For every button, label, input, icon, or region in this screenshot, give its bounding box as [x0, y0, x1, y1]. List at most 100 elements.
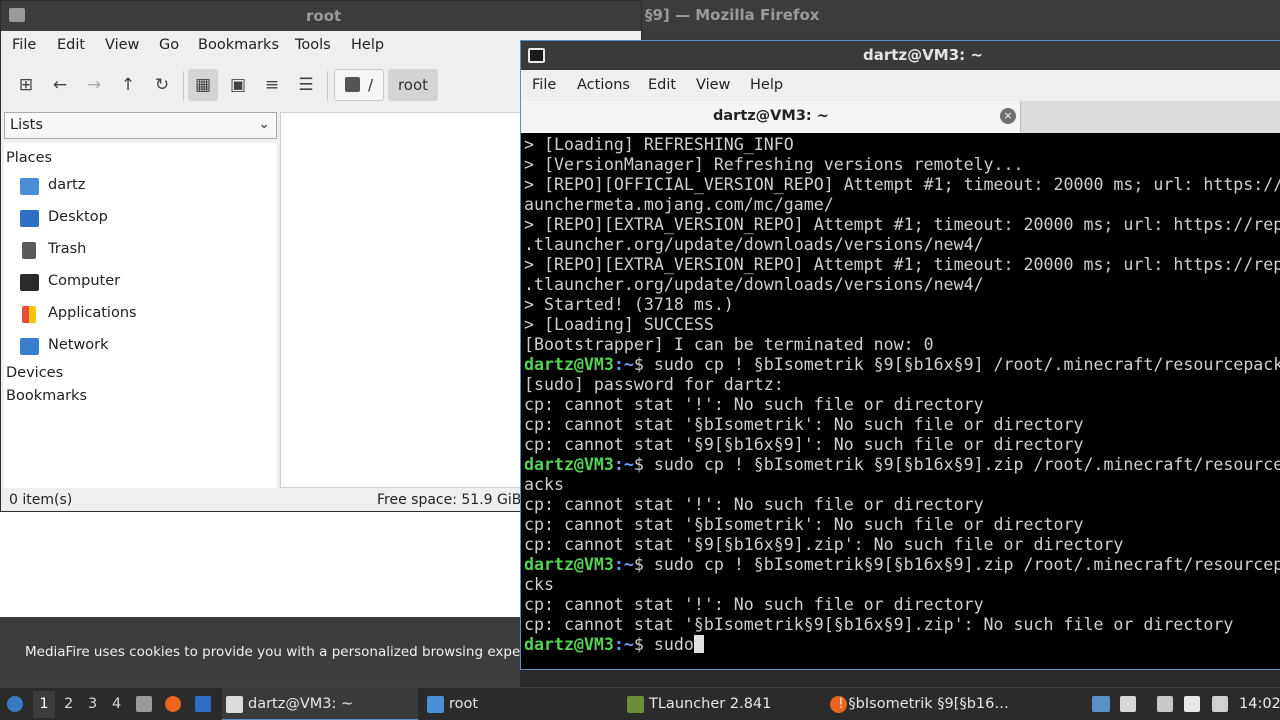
- sidebar-item-dartz[interactable]: dartz: [18, 173, 273, 201]
- devices-heading[interactable]: Devices: [6, 365, 63, 381]
- taskbar: 1 2 3 4 dartz@VM3: ~ root TLauncher 2.84…: [0, 687, 1280, 720]
- terminal-line: acks: [524, 475, 1280, 495]
- path-root-button[interactable]: /: [334, 69, 384, 101]
- workspace-3[interactable]: 3: [88, 696, 97, 712]
- output-text: .tlauncher.org/update/downloads/versions…: [524, 275, 984, 294]
- terminal-output[interactable]: > [Loading] REFRESHING_INFO > [VersionMan…: [524, 135, 1280, 669]
- file-manager-title: root: [306, 7, 342, 25]
- sidebar-item-desktop[interactable]: Desktop: [18, 205, 273, 233]
- network-tray-icon[interactable]: [1212, 696, 1228, 712]
- terminal-line: > Started! (3718 ms.): [524, 295, 1280, 315]
- menu-help[interactable]: Help: [351, 37, 384, 53]
- workspace-2[interactable]: 2: [64, 696, 73, 712]
- output-text: acks: [524, 475, 564, 494]
- file-manager-launcher-icon[interactable]: [136, 696, 152, 712]
- desktop: –□× §9] — Mozilla Firefox MediaFire uses…: [0, 0, 1280, 720]
- desktop-launcher-icon[interactable]: [195, 696, 211, 712]
- output-text: > [Loading] SUCCESS: [524, 315, 714, 334]
- output-text: cp: cannot stat '§9[§b16x§9]': No such f…: [524, 435, 1084, 454]
- places-heading[interactable]: Places: [6, 150, 52, 166]
- detailed-list-view-icon[interactable]: ☰: [291, 69, 321, 101]
- toolbar-separator: [327, 71, 328, 101]
- prompt-user: dartz@VM3: [524, 555, 614, 574]
- output-text: > [REPO][EXTRA_VERSION_REPO] Attempt #1;…: [524, 255, 1280, 274]
- toolbar-separator: [183, 71, 184, 101]
- output-text: [sudo] password for dartz:: [524, 375, 784, 394]
- menu-help[interactable]: Help: [750, 77, 783, 93]
- clipboard-icon[interactable]: [1184, 696, 1200, 712]
- start-menu-icon[interactable]: [7, 696, 23, 712]
- firefox-launcher-icon[interactable]: [165, 696, 181, 712]
- menu-edit[interactable]: Edit: [57, 37, 85, 53]
- applications-icon: [22, 306, 36, 323]
- tab-label: dartz@VM3: ~: [713, 108, 829, 124]
- menu-edit[interactable]: Edit: [648, 77, 676, 93]
- task-tlauncher[interactable]: TLauncher 2.841: [623, 688, 819, 720]
- terminal-line: > [REPO][OFFICIAL_VERSION_REPO] Attempt …: [524, 175, 1280, 195]
- prompt-user: dartz@VM3: [524, 635, 614, 654]
- task-terminal[interactable]: dartz@VM3: ~: [222, 688, 418, 720]
- output-text: .tlauncher.org/update/downloads/versions…: [524, 235, 984, 254]
- update-icon[interactable]: [1092, 696, 1110, 712]
- new-tab-icon[interactable]: ⊞: [11, 69, 41, 101]
- side-pane-mode-label: Lists: [10, 117, 43, 133]
- path-current-button[interactable]: root: [388, 69, 438, 101]
- task-root[interactable]: root: [423, 688, 619, 720]
- sidebar-item-network[interactable]: Network: [18, 333, 273, 361]
- terminal-line: cp: cannot stat '§9[§b16x§9]': No such f…: [524, 435, 1280, 455]
- computer-icon: [20, 274, 39, 291]
- task-firefox[interactable]: ! §bIsometrik §9[§b16…: [826, 688, 1022, 720]
- compact-view-icon[interactable]: ≡: [257, 69, 287, 101]
- bookmarks-heading[interactable]: Bookmarks: [6, 388, 87, 404]
- back-icon[interactable]: ←: [45, 69, 75, 101]
- prompt-user: dartz@VM3: [524, 455, 614, 474]
- up-icon[interactable]: ↑: [113, 69, 143, 101]
- prompt-path: :~: [613, 555, 634, 574]
- workspace-1[interactable]: 1: [33, 691, 55, 718]
- sidebar-item-applications[interactable]: Applications: [18, 301, 273, 329]
- icon-view-icon[interactable]: ▦: [188, 69, 218, 101]
- home-folder-icon: [20, 178, 39, 195]
- terminal-line: > [Loading] REFRESHING_INFO: [524, 135, 1280, 155]
- task-label: TLauncher 2.841: [649, 696, 772, 712]
- thumbnail-view-icon[interactable]: ▣: [223, 69, 253, 101]
- close-icon[interactable]: ×: [1000, 108, 1016, 124]
- prompt-symbol: $: [633, 555, 654, 574]
- menu-view[interactable]: View: [696, 77, 730, 93]
- terminal-icon: [226, 696, 243, 713]
- terminal-titlebar[interactable]: dartz@VM3: ~: [521, 41, 1280, 70]
- output-text: > [REPO][OFFICIAL_VERSION_REPO] Attempt …: [524, 175, 1280, 194]
- menu-view[interactable]: View: [105, 37, 139, 53]
- prompt-symbol: $: [633, 455, 654, 474]
- volume-icon[interactable]: [1120, 696, 1136, 712]
- side-pane-mode-select[interactable]: Lists ⌄: [4, 112, 277, 139]
- menu-file[interactable]: File: [532, 77, 556, 93]
- reload-icon[interactable]: ↻: [147, 69, 177, 101]
- menu-file[interactable]: File: [12, 37, 36, 53]
- forward-icon[interactable]: →: [79, 69, 109, 101]
- firefox-window-title: §9] — Mozilla Firefox: [645, 6, 820, 24]
- terminal-line: [sudo] password for dartz:: [524, 375, 1280, 395]
- output-text: cp: cannot stat '§bIsometrik': No such f…: [524, 415, 1084, 434]
- file-manager-titlebar[interactable]: root: [1, 1, 641, 31]
- tab-terminal[interactable]: dartz@VM3: ~ ×: [521, 101, 1021, 133]
- terminal-line: cks: [524, 575, 1280, 595]
- display-icon[interactable]: [1157, 696, 1173, 712]
- sidebar-item-computer[interactable]: Computer: [18, 269, 273, 297]
- prompt-path: :~: [613, 635, 634, 654]
- menu-bookmarks[interactable]: Bookmarks: [198, 37, 279, 53]
- output-text: cks: [524, 575, 554, 594]
- item-count: 0 item(s): [9, 492, 73, 508]
- menu-actions[interactable]: Actions: [577, 77, 630, 93]
- terminal-line: cp: cannot stat '§bIsometrik': No such f…: [524, 515, 1280, 535]
- menu-tools[interactable]: Tools: [295, 37, 331, 53]
- terminal-tabbar: dartz@VM3: ~ ×: [521, 101, 1280, 133]
- output-text: [Bootstrapper] I can be terminated now: …: [524, 335, 934, 354]
- workspace-4[interactable]: 4: [112, 696, 121, 712]
- menu-go[interactable]: Go: [159, 37, 179, 53]
- terminal-line: cp: cannot stat '!': No such file or dir…: [524, 495, 1280, 515]
- terminal-title: dartz@VM3: ~: [863, 46, 983, 64]
- clock[interactable]: 14:02: [1239, 696, 1280, 712]
- terminal-line: .tlauncher.org/update/downloads/versions…: [524, 275, 1280, 295]
- sidebar-item-trash[interactable]: Trash: [18, 237, 273, 265]
